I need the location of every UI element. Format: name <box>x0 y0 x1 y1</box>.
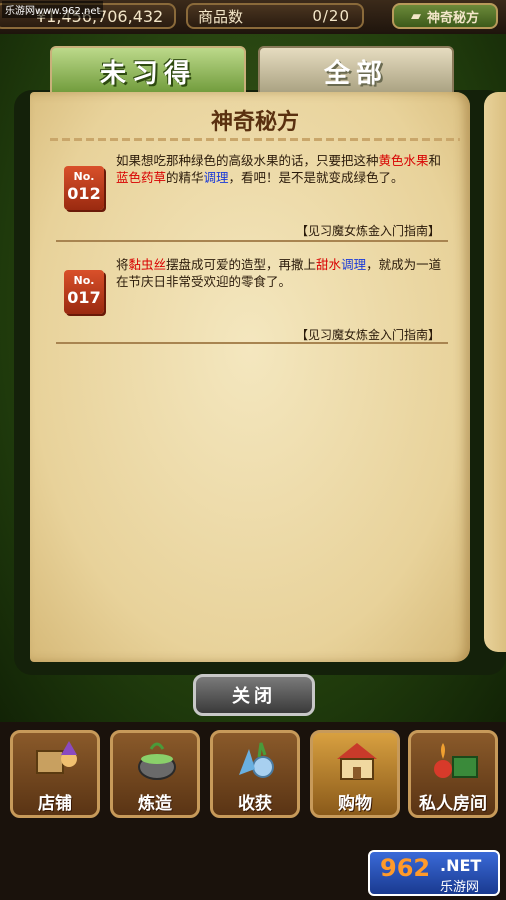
tab-all[interactable]: 全部 <box>258 46 454 96</box>
badge-no-label: No. <box>73 274 95 287</box>
tab-unlearned[interactable]: 未习得 <box>50 46 246 96</box>
top-bar: ¥1,456,706,432 商品数 0/20 ▰ 神奇秘方 乐游网www.96… <box>0 0 506 34</box>
description-segment: 将 <box>116 257 129 272</box>
nav-shop-label: 店铺 <box>38 794 72 814</box>
description-segment: 调理 <box>341 257 367 272</box>
logo-number: 962 <box>380 854 431 882</box>
harvest-icon <box>239 742 274 778</box>
site-logo-watermark: 962 .NET 乐游网 <box>368 850 500 896</box>
nav-shop[interactable]: 店铺 <box>10 730 100 818</box>
recipe-source: 【见习魔女炼金入门指南】 <box>295 224 440 238</box>
book-right-page <box>484 92 506 652</box>
description-segment: 黄色水果 <box>378 153 429 168</box>
logo-net: .NET <box>440 856 482 875</box>
recipe-source: 【见习魔女炼金入门指南】 <box>295 328 440 342</box>
nav-private-room[interactable]: 私人房间 <box>408 730 498 818</box>
nav-shopping-label: 购物 <box>338 794 372 814</box>
shop-icon <box>36 741 77 774</box>
magic-recipe-button[interactable]: ▰ 神奇秘方 <box>392 3 498 29</box>
description-segment: 如果想吃那种绿色的高级水果的话，只要把这种 <box>116 153 379 168</box>
room-icon <box>434 743 478 778</box>
description-segment: ，看吧！是不是就变成绿色了。 <box>228 170 404 185</box>
recipe-entry: No. 017 将黏虫丝摆盘成可爱的造型，再撒上甜水调理，就成为一道在节庆日非常… <box>56 246 448 344</box>
description-segment: 调理 <box>203 170 229 185</box>
badge-number: 012 <box>67 184 101 203</box>
description-segment: 的精华 <box>166 170 204 185</box>
cauldron-icon <box>138 742 176 780</box>
recipe-description: 如果想吃那种绿色的高级水果的话，只要把这种黄色水果和蓝色药草的精华调理，看吧！是… <box>116 152 452 186</box>
nav-private-room-label: 私人房间 <box>419 794 487 814</box>
nav-alchemy[interactable]: 炼造 <box>110 730 200 818</box>
logo-chinese: 乐游网 <box>440 880 480 895</box>
nav-harvest-label: 收获 <box>238 794 272 814</box>
nav-harvest[interactable]: 收获 <box>210 730 300 818</box>
recipe-number-badge: No. 012 <box>64 166 104 210</box>
close-button[interactable]: 关闭 <box>193 674 315 716</box>
nav-shopping[interactable]: 购物 <box>310 730 400 818</box>
page-title: 神奇秘方 <box>210 110 299 135</box>
description-segment: 摆盘成可爱的造型，再撒上 <box>166 257 317 272</box>
description-segment: 甜水 <box>316 257 342 272</box>
description-segment: 蓝色药草 <box>116 170 167 185</box>
description-segment: 和 <box>428 153 442 168</box>
goods-count-display: 商品数 0/20 <box>186 3 364 29</box>
site-watermark: 乐游网www.962.net <box>2 1 104 18</box>
goods-count: 0/20 <box>312 7 350 25</box>
description-segment: 黏虫丝 <box>128 257 167 272</box>
badge-number: 017 <box>67 288 101 307</box>
house-icon <box>337 743 377 780</box>
recipe-entry: No. 012 如果想吃那种绿色的高级水果的话，只要把这种黄色水果和蓝色药草的精… <box>56 146 448 242</box>
magic-recipe-label: 神奇秘方 <box>426 10 479 26</box>
recipe-description: 将黏虫丝摆盘成可爱的造型，再撒上甜水调理，就成为一道在节庆日非常受欢迎的零食了。 <box>116 256 452 290</box>
recipe-number-badge: No. 017 <box>64 270 104 314</box>
title-divider <box>50 138 460 141</box>
goods-label: 商品数 <box>198 7 244 26</box>
nav-alchemy-label: 炼造 <box>138 794 172 814</box>
page-title-bar: 神奇秘方 <box>50 104 460 140</box>
book-icon: ▰ <box>410 8 421 24</box>
badge-no-label: No. <box>73 170 95 183</box>
